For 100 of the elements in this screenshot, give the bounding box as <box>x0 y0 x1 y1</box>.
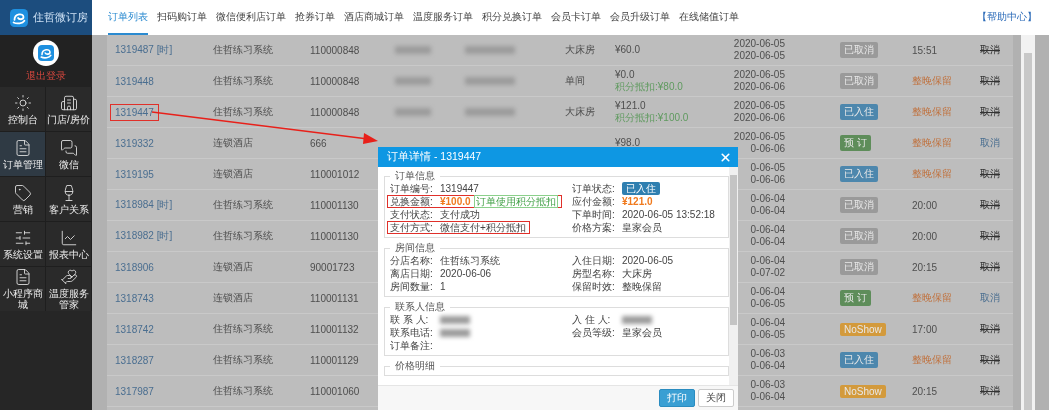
tab[interactable]: 微信便利店订单 <box>216 10 286 35</box>
field-label: 价格方案: <box>572 220 616 235</box>
document-icon <box>13 138 32 157</box>
status-badge: 已入住 <box>840 166 878 182</box>
status-badge: 已取消 <box>840 42 878 58</box>
date-text: 0-07-02 <box>750 267 785 279</box>
date-text: 0-06-04 <box>750 236 785 248</box>
tab[interactable]: 在线储值订单 <box>679 10 739 35</box>
nav-item[interactable]: 控制台 <box>0 87 46 131</box>
field-value: 支付成功 <box>440 207 480 222</box>
date-text: 2020-06-06 <box>733 112 785 124</box>
field-label: 分店名称: <box>390 253 434 268</box>
field-value: 1 <box>440 281 446 292</box>
table-cell-text: 连锁酒店 <box>213 167 254 181</box>
scrollbar[interactable] <box>729 167 738 385</box>
date-text: 0-06-04 <box>750 286 785 298</box>
nav-item[interactable]: 系统设置 <box>0 222 46 266</box>
table-cell-text: 110001131 <box>310 292 360 304</box>
field-label: 下单时间: <box>572 207 616 222</box>
table-cell-text: 20:15 <box>912 385 939 397</box>
date-text: 2020-06-05 <box>733 131 785 143</box>
date-text: 0-06-04 <box>750 255 785 267</box>
section-title: 联系人信息 <box>394 301 446 313</box>
status-badge: 已入住 <box>840 352 878 368</box>
tab[interactable]: 扫码购订单 <box>157 10 207 35</box>
field-label: 兑换金额: <box>390 194 434 209</box>
field-label: 订单编号: <box>390 181 434 196</box>
scrollbar[interactable] <box>1021 35 1035 410</box>
close-button[interactable]: 关闭 <box>698 389 734 407</box>
table-cell-text: 连锁酒店 <box>213 136 254 150</box>
price-text: ¥98.0 <box>615 137 642 149</box>
close-icon[interactable] <box>719 150 732 164</box>
table-cell-text: 20:00 <box>912 199 939 211</box>
field-label: 房间数量: <box>390 279 434 294</box>
sliders-icon <box>13 228 32 247</box>
field-value: 整晚保留 <box>622 279 662 294</box>
table-cell-text: 110000848 <box>310 106 361 118</box>
blurred-text <box>622 315 652 324</box>
table-cell-text: 整晚保留 <box>912 291 953 305</box>
field-label: 联系电话: <box>390 325 434 340</box>
table-cell-text: 单间 <box>565 74 586 88</box>
table-cell-text: 整晚保留 <box>912 136 953 150</box>
nav-item[interactable]: 订单管理 <box>0 132 46 176</box>
date-text: 0-06-04 <box>750 391 785 403</box>
date-text: 0-06-05 <box>750 298 785 310</box>
date-text: 2020-06-05 <box>733 50 785 62</box>
price-text: ¥0.0 <box>615 69 636 81</box>
table-cell-text: 110001129 <box>310 354 360 366</box>
date-text: 0-06-04 <box>750 317 785 329</box>
nav-item[interactable]: 报表中心 <box>46 222 92 266</box>
logout-link[interactable]: 退出登录 <box>26 68 66 83</box>
dialog-title: 订单详情 - 1319447 <box>387 150 482 164</box>
date-text: 0-06-04 <box>750 193 785 205</box>
hand-icon <box>59 268 78 286</box>
table-cell-text: 17:00 <box>912 323 939 335</box>
field-value: 皇家会员 <box>622 220 662 235</box>
field-value: 1319447 <box>440 183 479 194</box>
table-cell-text: 住哲练习系统 <box>213 43 274 57</box>
status-badge: NoShow <box>840 322 886 336</box>
nav-item[interactable]: 小程序商城 <box>0 267 46 311</box>
field-label: 入 住 人: <box>572 312 612 327</box>
blurred-text <box>440 328 470 337</box>
field-label: 订单状态: <box>572 181 616 196</box>
price-text: ¥60.0 <box>615 44 642 56</box>
table-cell-text: 住哲练习系统 <box>213 322 274 336</box>
table-cell-text: 住哲练习系统 <box>213 384 274 398</box>
logo-icon <box>10 8 28 27</box>
field-label: 离店日期: <box>390 266 434 281</box>
tab[interactable]: 会员卡订单 <box>551 10 601 35</box>
nav-item[interactable]: 温度服务管家 <box>46 267 92 311</box>
table-cell-text: 住哲练习系统 <box>213 198 274 212</box>
field-value: 大床房 <box>622 266 652 281</box>
nav-item[interactable]: 营销 <box>0 177 46 221</box>
tab[interactable]: 会员升级订单 <box>610 10 670 35</box>
nav-item[interactable]: 门店/房价 <box>46 87 92 131</box>
tab[interactable]: 积分兑换订单 <box>482 10 542 35</box>
date-text: 0-06-06 <box>750 143 785 155</box>
field-label: 应付金额: <box>572 194 616 209</box>
table-cell-text: 大床房 <box>565 43 596 57</box>
table-cell-text: 住哲练习系统 <box>213 105 274 119</box>
help-link[interactable]: 【帮助中心】 <box>977 10 1037 35</box>
table-cell-text: 110001130 <box>310 199 360 211</box>
nav-item[interactable]: 微信 <box>46 132 92 176</box>
document-icon <box>13 268 32 286</box>
nav-item[interactable]: 客户关系 <box>46 177 92 221</box>
tab[interactable]: 酒店商城订单 <box>344 10 404 35</box>
table-cell-text: 整晚保留 <box>912 167 953 181</box>
table-cell-text: 90001723 <box>310 261 356 273</box>
date-text: 2020-06-05 <box>733 38 785 50</box>
line-chart-icon <box>59 228 78 247</box>
section-title: 房间信息 <box>394 242 436 254</box>
tab[interactable]: 抢券订单 <box>295 10 335 35</box>
date-text: 0-06-03 <box>750 348 785 360</box>
date-text: 0-06-04 <box>750 360 785 372</box>
table-cell-text: 110001130 <box>310 230 360 242</box>
table-cell-text: 连锁酒店 <box>213 260 254 274</box>
tab[interactable]: 温度服务订单 <box>413 10 473 35</box>
date-text: 2020-06-06 <box>733 81 785 93</box>
status-badge: NoShow <box>840 384 886 398</box>
table-cell-text: 整晚保留 <box>912 105 953 119</box>
